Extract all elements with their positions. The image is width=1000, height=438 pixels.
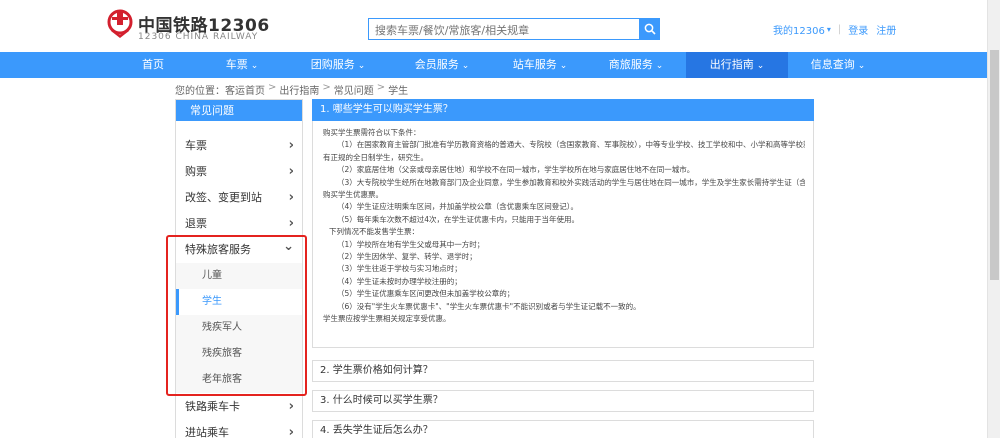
answer-line: 有正规的全日制学生，研究生。 xyxy=(323,152,428,162)
answer-line: （5）每年乘车次数不超过4次，在学生证优惠卡内，只能用于当年使用。 xyxy=(337,214,580,224)
answer-line: （2）家庭居住地（父亲或母亲居住地）和学校不在同一城市，学生学校所在地与家庭居住… xyxy=(337,165,695,175)
breadcrumb-home[interactable]: 您的位置：客运首页 xyxy=(175,82,265,97)
answer-line: （2）学生因休学、复学、转学、退学时； xyxy=(337,252,477,262)
answer-line: （1）学校所在地有学生父或母其中一方时； xyxy=(337,239,485,249)
login-link[interactable]: 登录 xyxy=(848,22,868,37)
answer-line: （3）大专院校学生经所在地教育部门及企业同意，学生参加教育和校外实践活动的学生与… xyxy=(337,177,805,187)
chevron-down-icon: ⌄ xyxy=(461,61,470,71)
sidebar-item-railway-card[interactable]: 铁路乘车卡 › xyxy=(176,394,302,420)
answer-line: （4）学生证应注明乘车区间，并加盖学校公章（含优惠乘车区间登记）。 xyxy=(337,202,579,212)
chevron-down-icon: ⌄ xyxy=(857,61,866,71)
divider: | xyxy=(837,24,842,35)
answer-line: 购买学生票需符合以下条件： xyxy=(323,128,421,137)
breadcrumb-current: 学生 xyxy=(388,86,409,97)
search-input[interactable] xyxy=(369,20,639,41)
question-2[interactable]: 2. 学生票价格如何计算？ xyxy=(312,360,814,382)
page-scrollbar[interactable] xyxy=(987,0,1000,438)
question-4[interactable]: 4. 丢失学生证后怎么办？ xyxy=(312,420,814,438)
answer-line: （1）在国家教育主管部门批准有学历教育资格的普通大、专院校（含国家教育、军事院校… xyxy=(337,140,805,150)
scrollbar-thumb[interactable] xyxy=(990,50,999,280)
nav-item-travel-guide[interactable]: 出行指南 ⌄ xyxy=(686,52,788,78)
search-icon xyxy=(644,23,656,35)
question-3[interactable]: 3. 什么时候可以买学生票？ xyxy=(312,390,814,412)
answer-line: （6）没有"学生火车票优惠卡"、"学生火车票优惠卡"不能识别或者与学生证记载不一… xyxy=(337,301,641,311)
annotation-highlight xyxy=(166,235,307,396)
answer-line: 下列情况不能发售学生票： xyxy=(329,227,419,237)
chevron-right-icon: › xyxy=(288,164,294,179)
chevron-down-icon: ▾ xyxy=(826,25,831,34)
sidebar-item-tickets[interactable]: 车票 › xyxy=(176,133,302,159)
my-12306-link[interactable]: 我的12306 xyxy=(773,22,825,37)
nav-item-member[interactable]: 会员服务 ⌄ xyxy=(400,52,484,78)
chevron-down-icon: ⌄ xyxy=(756,61,765,71)
chevron-down-icon: ⌄ xyxy=(559,61,568,71)
brand-name-en: 12306 CHINA RAILWAY xyxy=(138,32,259,42)
answer-line: （4）学生证未按时办理学校注册的； xyxy=(337,276,462,286)
china-railway-logo[interactable] xyxy=(105,9,135,39)
breadcrumb-travel-guide[interactable]: 出行指南 xyxy=(279,82,319,97)
nav-item-group[interactable]: 团购服务 ⌄ xyxy=(296,52,380,78)
sidebar-item-change[interactable]: 改签、变更到站 › xyxy=(176,185,302,211)
answer-line: （5）学生证优惠乘车区间更改但未加盖学校公章的； xyxy=(337,289,515,299)
nav-item-home[interactable]: 首页 xyxy=(118,52,188,78)
chevron-right-icon: › xyxy=(288,425,294,438)
nav-item-business[interactable]: 商旅服务 ⌄ xyxy=(594,52,678,78)
chevron-right-icon: › xyxy=(288,138,294,153)
chevron-right-icon: › xyxy=(288,399,294,414)
nav-item-station[interactable]: 站车服务 ⌄ xyxy=(498,52,582,78)
answer-line: 购买学生优惠票。 xyxy=(323,190,383,200)
main-nav: 首页 车票 ⌄ 团购服务 ⌄ 会员服务 ⌄ 站车服务 ⌄ 商旅服务 ⌄ 出行指南 ⌄ 信息查… xyxy=(0,52,1000,78)
search-box[interactable] xyxy=(368,18,640,41)
header-links: 我的12306 ▾ | 登录 注册 xyxy=(773,22,896,37)
nav-item-info[interactable]: 信息查询 ⌄ xyxy=(796,52,880,78)
sidebar-item-purchase[interactable]: 购票 › xyxy=(176,159,302,185)
chevron-down-icon: ⌄ xyxy=(655,61,664,71)
search-button[interactable] xyxy=(640,18,660,40)
sidebar-item-boarding[interactable]: 进站乘车 › xyxy=(176,420,302,438)
answer-line: 学生票应按学生票相关规定享受优惠。 xyxy=(323,314,451,324)
chevron-down-icon: ⌄ xyxy=(357,61,366,71)
breadcrumb: 您的位置：客运首页 > 出行指南 > 常见问题 > 学生 xyxy=(175,82,409,97)
register-link[interactable]: 注册 xyxy=(876,22,896,37)
breadcrumb-faq[interactable]: 常见问题 xyxy=(334,82,374,97)
answer-1: 购买学生票需符合以下条件： （1）在国家教育主管部门批准有学历教育资格的普通大、… xyxy=(312,121,814,348)
answer-line: （3）学生往返于学校与实习地点时； xyxy=(337,264,462,274)
sidebar-title: 常见问题 xyxy=(176,100,302,121)
chevron-down-icon: ⌄ xyxy=(250,61,259,71)
chevron-right-icon: › xyxy=(288,190,294,205)
question-1[interactable]: 1. 哪些学生可以购买学生票？ xyxy=(312,99,814,121)
nav-item-tickets[interactable]: 车票 ⌄ xyxy=(200,52,284,78)
site-header: 中国铁路12306 12306 CHINA RAILWAY 我的12306 ▾ … xyxy=(0,0,1000,52)
